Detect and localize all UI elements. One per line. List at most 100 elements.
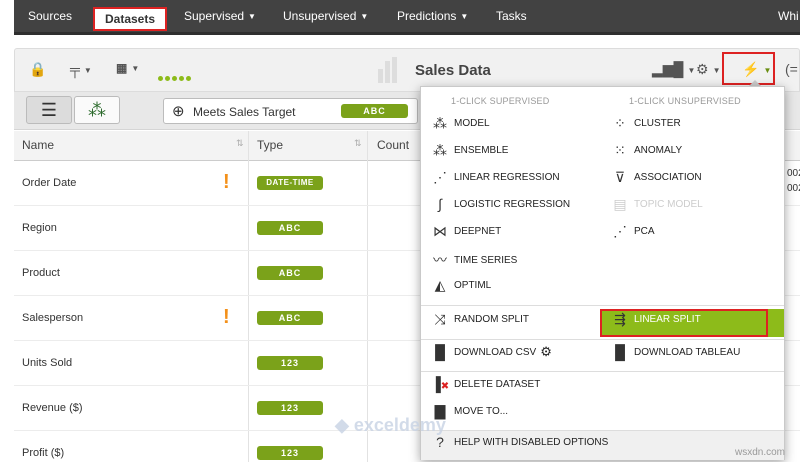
menu-item-label: DELETE DATASET [454,378,541,390]
warning-icon[interactable]: ! [223,306,230,329]
menu-item-label: OPTIML [454,280,492,291]
menu-item-help[interactable]: ? HELP WITH DISABLED OPTIONS [429,434,608,458]
sort-icon[interactable]: ⇅ [354,138,362,149]
menu-item-deepnet[interactable]: ⋈ DEEPNET [429,223,501,247]
gear-icon[interactable]: ⚙ [540,344,552,359]
menu-item-label: PCA [634,226,655,237]
menu-item-linear-regression[interactable]: ⋰ LINEAR REGRESSION [429,169,560,193]
menu-item-label: TOPIC MODEL [634,199,703,210]
pca-icon: ⋰ [613,223,627,239]
one-click-menu: 1-CLICK SUPERVISED 1-CLICK UNSUPERVISED … [420,86,785,460]
column-header-name[interactable]: Name [22,138,54,152]
menu-item-label: RANDOM SPLIT [454,314,530,325]
credit-text: wsxdn.com [735,447,786,458]
nav-tasks[interactable]: Tasks [496,9,527,23]
menu-item-topic-model: ▤ TOPIC MODEL [609,196,703,220]
menu-item-delete-dataset[interactable]: ▐✖ DELETE DATASET [429,376,540,400]
menu-item-association[interactable]: ⊽ ASSOCIATION [609,169,702,193]
menu-item-optiml[interactable]: ◭ OPTIML [429,277,492,301]
cell-fragment: 002 [787,183,800,194]
menu-divider [421,371,784,372]
field-name: Product [22,267,60,279]
nav-sources[interactable]: Sources [28,9,72,23]
top-nav: Sources Datasets Supervised ▼ Unsupervise… [14,0,800,35]
sort-icon[interactable]: ⇅ [236,138,244,149]
status-dots [158,68,193,84]
menu-item-label: MOVE TO... [454,406,509,417]
menu-section-unsupervised: 1-CLICK UNSUPERVISED [629,96,741,106]
nav-predictions-label: Predictions [397,9,457,23]
field-type-badge: DATE-TIME [257,176,323,190]
scatter-icon: ⁂ [88,100,106,120]
menu-item-label: LINEAR REGRESSION [454,172,560,183]
annotation-box-linear-split [600,309,768,337]
watermark-logo: ◆ exceldemy [335,415,446,435]
logistic-regression-icon: ∫ [438,196,442,212]
list-view-button[interactable]: ☰ [26,96,72,124]
gear-icon[interactable]: ⚙ ▼ [696,61,720,78]
menu-item-time-series[interactable]: 〰 TIME SERIES [429,250,517,274]
menu-item-label: ASSOCIATION [634,172,702,183]
linear-regression-icon: ⋰ [433,169,447,185]
field-name: Salesperson [22,312,84,324]
tree-view-icon[interactable]: ╤ ▼ [70,61,92,77]
objective-field-selector[interactable]: ⊕ Meets Sales Target ABC [163,98,418,124]
field-type-badge: 123 [257,401,323,415]
column-header-count[interactable]: Count [377,138,409,152]
menu-item-logistic-regression[interactable]: ∫ LOGISTIC REGRESSION [429,196,570,220]
chevron-down-icon: ▼ [248,12,256,21]
menu-item-download-tableau[interactable]: ▐▌ DOWNLOAD TABLEAU [609,344,740,368]
topic-model-icon: ▤ [613,196,627,212]
menu-item-model[interactable]: ⁂ MODEL [429,115,490,139]
menu-item-label: LOGISTIC REGRESSION [454,198,571,210]
nav-datasets[interactable]: Datasets [93,7,168,31]
menu-item-label: HELP WITH DISABLED OPTIONS [454,436,609,448]
chevron-down-icon: ▼ [460,12,469,21]
cluster-icon: ⁘ [614,115,626,131]
formula-icon[interactable]: (= [785,61,798,77]
watermark-text: exceldemy [353,415,446,435]
list-icon: ☰ [40,100,58,120]
field-name: Profit ($) [22,447,65,459]
nav-supervised[interactable]: Supervised ▼ [184,9,256,23]
menu-item-random-split[interactable]: ⤨ RANDOM SPLIT [429,311,529,335]
field-type-badge: ABC [257,266,323,280]
lock-icon[interactable]: 🔒 [29,61,46,78]
help-icon: ? [436,434,444,450]
field-name: Order Date [22,177,77,189]
field-type-badge: ABC [257,311,323,325]
field-type-badge: 123 [257,356,323,370]
menu-item-label: ANOMALY [634,145,683,156]
menu-item-label: DEEPNET [454,226,502,237]
scatter-view-button[interactable]: ⁂ [74,96,120,124]
delete-icon: ▐✖ [430,376,450,392]
help-disabled-options[interactable]: ? HELP WITH DISABLED OPTIONS [421,430,784,460]
menu-item-ensemble[interactable]: ⁂ ENSEMBLE [429,142,508,166]
nav-user[interactable]: Whi [778,9,799,23]
menu-item-label: CLUSTER [634,118,681,129]
association-icon: ⊽ [614,169,626,185]
menu-item-download-csv[interactable]: ▐▌ DOWNLOAD CSV ⚙ [429,344,552,368]
page-title: Sales Data [415,62,491,79]
warning-icon[interactable]: ! [223,171,230,194]
bar-chart-icon [378,57,399,83]
menu-item-label: DOWNLOAD CSV [454,346,537,358]
menu-item-label: TIME SERIES [454,254,518,266]
deepnet-icon: ⋈ [433,223,447,239]
menu-item-cluster[interactable]: ⁘ CLUSTER [609,115,681,139]
ensemble-icon: ⁂ [433,142,447,158]
random-split-icon: ⤨ [434,311,446,327]
menu-item-anomaly[interactable]: ⁙ ANOMALY [609,142,682,166]
field-type-badge: ABC [257,221,323,235]
nav-unsupervised[interactable]: Unsupervised ▼ [283,9,368,23]
target-icon: ⊕ [172,103,185,120]
menu-item-label: DOWNLOAD TABLEAU [634,346,741,358]
chart-icon[interactable]: ▂▆█ ▼ [652,61,695,78]
dataset-config-icon[interactable]: ▦ ▼ [116,61,139,75]
nav-predictions[interactable]: Predictions ▼ [397,9,468,23]
column-header-type[interactable]: Type [257,138,283,152]
download-tableau-icon: ▐▌ [610,344,630,360]
menu-divider [421,339,784,340]
time-series-icon: 〰 [433,252,447,268]
menu-item-pca[interactable]: ⋰ PCA [609,223,655,247]
